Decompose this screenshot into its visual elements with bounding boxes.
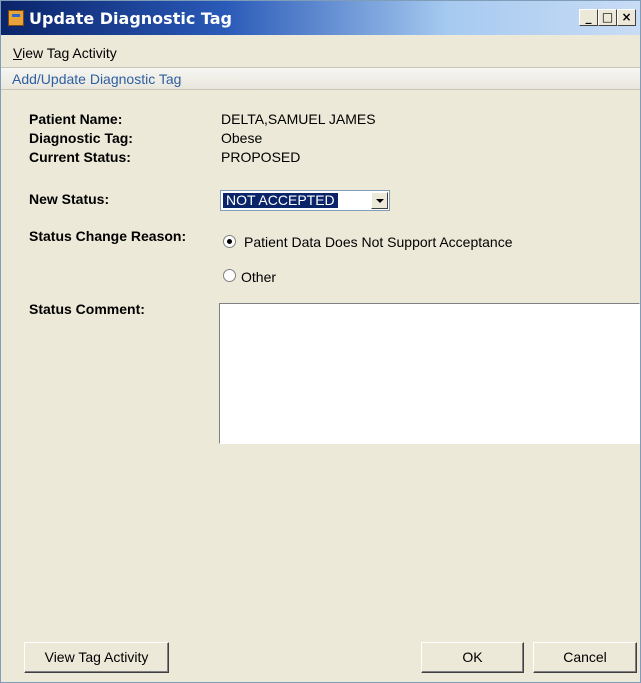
reason-label-not-supported[interactable]: Patient Data Does Not Support Acceptance bbox=[244, 234, 513, 250]
section-header: Add/Update Diagnostic Tag bbox=[1, 67, 640, 90]
maximize-icon[interactable]: □ bbox=[598, 9, 617, 26]
cancel-button[interactable]: Cancel bbox=[533, 642, 637, 673]
status-comment-textarea[interactable] bbox=[219, 303, 640, 444]
patient-name-label: Patient Name: bbox=[29, 111, 123, 127]
diagnostic-tag-value: Obese bbox=[221, 130, 263, 146]
app-icon bbox=[8, 10, 24, 26]
title-bar[interactable]: Update Diagnostic Tag _ □ × bbox=[1, 1, 640, 35]
window-title: Update Diagnostic Tag bbox=[29, 9, 232, 28]
new-status-label: New Status: bbox=[29, 191, 110, 207]
menu-accelerator: V bbox=[13, 45, 23, 61]
ok-button[interactable]: OK bbox=[421, 642, 524, 673]
menu-view-tag-activity[interactable]: View Tag Activity bbox=[13, 45, 117, 61]
current-status-value: PROPOSED bbox=[221, 149, 301, 165]
close-icon[interactable]: × bbox=[617, 9, 636, 26]
new-status-dropdown[interactable]: NOT ACCEPTED bbox=[220, 190, 390, 211]
reason-label-other[interactable]: Other bbox=[241, 269, 276, 285]
diagnostic-tag-label: Diagnostic Tag: bbox=[29, 130, 133, 146]
status-comment-label: Status Comment: bbox=[29, 301, 145, 317]
status-change-reason-label: Status Change Reason: bbox=[29, 228, 187, 244]
current-status-label: Current Status: bbox=[29, 149, 131, 165]
reason-radio-other[interactable] bbox=[223, 269, 236, 282]
new-status-selected: NOT ACCEPTED bbox=[223, 193, 338, 208]
section-title: Add/Update Diagnostic Tag bbox=[12, 71, 182, 87]
update-diagnostic-tag-window: Update Diagnostic Tag _ □ × View Tag Act… bbox=[0, 0, 641, 683]
patient-name-value: DELTA,SAMUEL JAMES bbox=[221, 111, 376, 127]
window-controls: _ □ × bbox=[579, 9, 636, 26]
menu-label: iew Tag Activity bbox=[22, 45, 117, 61]
menu-bar: View Tag Activity bbox=[1, 42, 640, 62]
reason-radio-not-supported[interactable] bbox=[223, 235, 236, 248]
view-tag-activity-button[interactable]: View Tag Activity bbox=[24, 642, 169, 673]
minimize-icon[interactable]: _ bbox=[579, 9, 598, 26]
chevron-down-icon[interactable] bbox=[371, 192, 388, 209]
